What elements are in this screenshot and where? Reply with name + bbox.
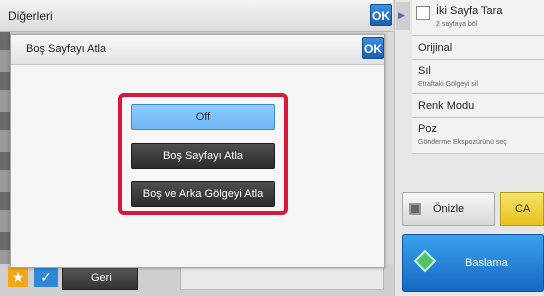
start-icon [413,249,437,273]
back-label: Geri [91,272,112,284]
preview-button[interactable]: Önizle [402,192,495,226]
right-item-erase[interactable]: Sıl Etraftaki Gölgeyi sil [412,60,544,94]
right-item-sub: Etraftaki Gölgeyi sil [418,81,478,88]
right-item-original[interactable]: Orijinal [412,36,544,60]
back-button[interactable]: Geri [62,266,138,290]
check-icon[interactable]: ✓ [34,267,58,287]
option-skip-blank-button[interactable]: Boş Sayfayı Atla [131,143,275,169]
ok-button-dialog[interactable]: OK [362,37,384,59]
preview-label: Önizle [433,203,465,215]
right-item-label: Renk Modu [418,100,475,112]
dialog-title: Boş Sayfayı Atla [26,43,107,55]
start-label: Baslama [465,257,508,269]
right-item-label: İki Sayfa Tara [436,5,503,17]
preview-icon [409,203,421,215]
option-off-button[interactable]: Off [131,104,275,130]
skip-blank-page-dialog: Boş Sayfayı Atla OK Off Boş Sayfayı Atla… [10,34,385,268]
start-button[interactable]: Baslama [402,234,544,292]
right-item-label: Poz [418,123,437,135]
screen: Diğerleri OK ▶ İki Sayfa Tara 2 sayfaya … [0,0,544,296]
right-item-label: Sıl [418,65,431,77]
favorite-star-icon[interactable]: ★ [8,267,28,287]
right-item-color-mode[interactable]: Renk Modu [412,94,544,118]
ok-button-top[interactable]: OK [370,4,392,26]
bottom-status-box [180,266,384,290]
panel-toggle-tab[interactable]: ▶ [396,2,410,30]
ca-label: CA [515,203,531,215]
dialog-header: Boş Sayfayı Atla OK [11,35,384,65]
page-title: Diğerleri [8,9,53,23]
right-item-label: Orijinal [418,42,453,54]
option-skip-blank-and-back-shadow-button[interactable]: Boş ve Arka Gölgeyi Atla [131,181,275,207]
left-tab-strip [0,32,10,264]
right-item-sub: 2 sayfaya böl [436,21,478,28]
option-group: Off Boş Sayfayı Atla Boş ve Arka Gölgeyi… [118,93,288,215]
ca-button[interactable]: CA [500,192,544,226]
checkbox-icon[interactable] [416,6,430,20]
play-arrow-icon: ▶ [398,10,405,20]
right-item-exposure[interactable]: Poz Gönderme Ekspozürünü seç [412,118,544,154]
right-item-sub: Gönderme Ekspozürünü seç [418,139,507,146]
top-bar: Diğerleri [0,0,393,32]
right-item-two-page-scan[interactable]: İki Sayfa Tara 2 sayfaya böl [412,0,544,36]
